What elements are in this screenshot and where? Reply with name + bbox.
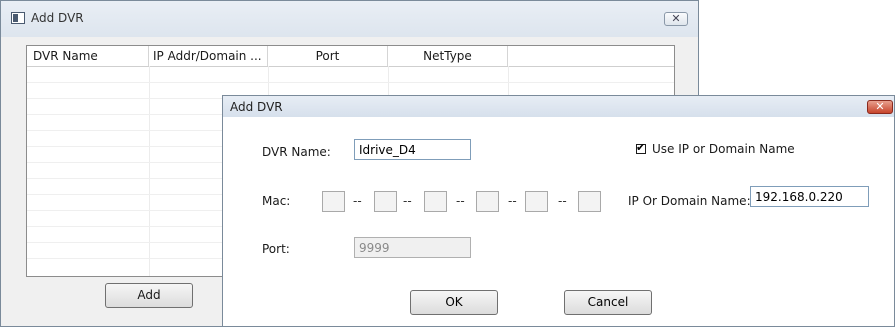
column-header-nettype[interactable]: NetType xyxy=(388,46,508,66)
port-label: Port: xyxy=(262,242,290,256)
window-close-button[interactable]: ✕ xyxy=(664,12,688,26)
ok-button[interactable]: OK xyxy=(410,290,498,315)
mac-separator: -- xyxy=(508,194,517,208)
port-input[interactable] xyxy=(354,237,471,258)
column-header-ip-addr[interactable]: IP Addr/Domain ... xyxy=(149,46,268,66)
mac-separator: -- xyxy=(558,194,567,208)
window-titlebar[interactable]: Add DVR ✕ xyxy=(1,1,698,37)
mac-label: Mac: xyxy=(262,194,291,208)
dvr-name-label: DVR Name: xyxy=(262,145,331,159)
ip-domain-input[interactable] xyxy=(750,186,869,207)
mac-field-1[interactable] xyxy=(322,191,345,212)
dialog-title: Add DVR xyxy=(230,100,283,114)
column-header-dvr-name[interactable]: DVR Name xyxy=(27,46,149,66)
column-header-port[interactable]: Port xyxy=(268,46,388,66)
cancel-button[interactable]: Cancel xyxy=(564,290,652,315)
dialog-close-button[interactable]: ✕ xyxy=(867,100,893,114)
use-ip-label: Use IP or Domain Name xyxy=(652,142,795,156)
table-header: DVR Name IP Addr/Domain ... Port NetType xyxy=(27,46,674,67)
dvr-name-input[interactable] xyxy=(354,139,471,160)
mac-separator: -- xyxy=(353,194,362,208)
window-app-icon xyxy=(11,12,25,24)
window-title: Add DVR xyxy=(31,11,84,25)
use-ip-checkbox[interactable] xyxy=(636,141,646,154)
ip-domain-label: IP Or Domain Name: xyxy=(628,194,751,208)
mac-field-3[interactable] xyxy=(424,191,447,212)
mac-field-6[interactable] xyxy=(578,191,601,212)
mac-field-5[interactable] xyxy=(525,191,548,212)
mac-separator: -- xyxy=(403,194,412,208)
mac-field-4[interactable] xyxy=(476,191,499,212)
mac-separator: -- xyxy=(456,194,465,208)
add-button[interactable]: Add xyxy=(105,283,193,308)
add-dvr-dialog: Add DVR ✕ DVR Name: Use IP or Domain Nam… xyxy=(222,95,895,327)
row-divider xyxy=(27,82,674,83)
mac-field-2[interactable] xyxy=(374,191,397,212)
dialog-titlebar[interactable]: Add DVR ✕ xyxy=(223,96,894,117)
